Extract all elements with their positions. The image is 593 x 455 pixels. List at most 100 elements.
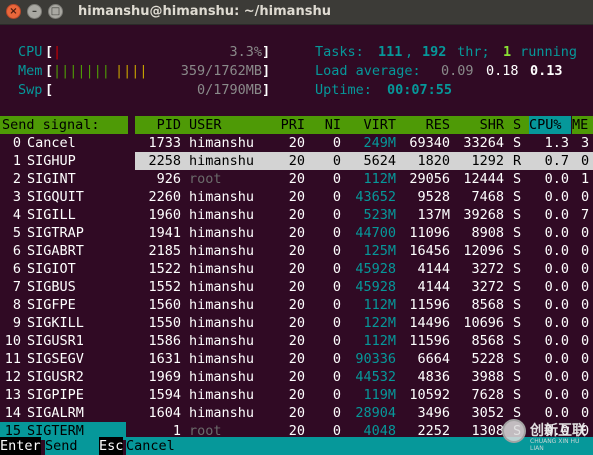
cpu-cell: 0.0: [544, 261, 569, 277]
table-row[interactable]: 0 Cancel 1733 himanshu 20 0 249M 69340 33264 S 1.3…: [0, 134, 593, 152]
signal-number: 11: [4, 351, 21, 367]
pri-cell: 20: [288, 405, 305, 421]
terminal-area[interactable]: CPU [ | 3.3% ] Tasks: 111 , 192 thr; 1 r…: [0, 25, 593, 455]
cpu-cell: 0.0: [544, 333, 569, 349]
pri-cell: 20: [288, 171, 305, 187]
table-row[interactable]: 2 SIGINT 926 root 20 0 112M 29056 12444 S 0.0 1: [0, 170, 593, 188]
send-button[interactable]: Send: [45, 437, 99, 455]
pid-cell: 1733: [148, 135, 181, 151]
esc-key[interactable]: Esc: [99, 437, 124, 455]
pid-cell: 1560: [148, 297, 181, 313]
res-cell: 4144: [417, 261, 450, 277]
maximize-icon[interactable]: □: [48, 4, 63, 19]
pri-cell: 20: [288, 207, 305, 223]
mem-cell: 0: [581, 387, 590, 403]
state-cell: S: [513, 369, 522, 385]
enter-key[interactable]: Enter: [0, 437, 41, 455]
table-row[interactable]: 6 SIGABRT 2185 himanshu 20 0 125M 16456 12096 S 0.…: [0, 242, 593, 260]
load-15: 0.13: [530, 63, 563, 79]
table-row[interactable]: 7 SIGBUS 1552 himanshu 20 0 45928 4144 3272 S 0.0 0: [0, 278, 593, 296]
cpu-cell: 1.3: [544, 135, 569, 151]
table-row[interactable]: 12 SIGUSR2 1969 himanshu 20 0 44532 4836 3988 S 0.…: [0, 368, 593, 386]
close-icon[interactable]: ×: [6, 4, 21, 19]
signal-number: 3: [12, 189, 21, 205]
mem-cell: 0: [581, 333, 590, 349]
res-cell: 3496: [417, 405, 450, 421]
minimize-icon[interactable]: –: [27, 4, 42, 19]
signal-name: SIGSEGV: [27, 351, 84, 367]
mem-cell: 0: [581, 243, 590, 259]
table-row[interactable]: 1 SIGHUP 2258 himanshu 20 0 5624 1820 1292 R 0.7 0: [0, 152, 593, 170]
tasks-count: 111: [378, 44, 403, 60]
watermark-text: 创新互联: [530, 423, 586, 439]
virt-cell: 112M: [363, 297, 396, 313]
pri-cell: 20: [288, 135, 305, 151]
shr-cell: 8568: [471, 333, 504, 349]
signal-name: SIGALRM: [27, 405, 84, 421]
table-row[interactable]: 3 SIGQUIT 2260 himanshu 20 0 43652 9528 7468 S 0.0…: [0, 188, 593, 206]
col-user[interactable]: USER: [189, 116, 222, 134]
cpu-value: 3.3%: [229, 44, 262, 60]
col-cpu[interactable]: CPU%: [529, 116, 571, 134]
user-cell: himanshu: [189, 135, 255, 151]
ni-cell: 0: [332, 225, 341, 241]
table-row[interactable]: 6 SIGIOT 1522 himanshu 20 0 45928 4144 3272 S 0.0 0: [0, 260, 593, 278]
signal-name: SIGUSR2: [27, 369, 84, 385]
ni-cell: 0: [332, 243, 341, 259]
window-titlebar: × – □ himanshu@himanshu: ~/himanshu: [0, 0, 593, 25]
pri-cell: 20: [288, 297, 305, 313]
pid-cell: 1969: [148, 369, 181, 385]
shr-cell: 12096: [463, 243, 504, 259]
col-mem[interactable]: ME: [572, 116, 593, 134]
user-cell: himanshu: [189, 225, 255, 241]
state-cell: S: [513, 333, 522, 349]
mem-cell: 0: [581, 315, 590, 331]
shr-cell: 33264: [463, 135, 504, 151]
ni-cell: 0: [332, 351, 341, 367]
pri-cell: 20: [288, 333, 305, 349]
ni-cell: 0: [332, 405, 341, 421]
cpu-cell: 0.0: [544, 279, 569, 295]
load-1: 0.09: [441, 63, 474, 79]
pri-cell: 20: [288, 153, 305, 169]
ni-cell: 0: [332, 333, 341, 349]
cpu-cell: 0.7: [544, 153, 569, 169]
virt-cell: 45928: [355, 261, 396, 277]
table-row[interactable]: 11 SIGSEGV 1631 himanshu 20 0 90336 6664 5228 S 0.…: [0, 350, 593, 368]
virt-cell: 523M: [363, 207, 396, 223]
col-ni[interactable]: NI: [313, 116, 341, 134]
tasks-sep: ,: [405, 44, 422, 60]
col-pri[interactable]: PRI: [272, 116, 305, 134]
table-row[interactable]: 13 SIGPIPE 1594 himanshu 20 0 119M 10592 7628 S 0.…: [0, 386, 593, 404]
signal-number: 14: [4, 405, 21, 421]
mem-bar-cache: ||||: [115, 63, 148, 79]
virt-cell: 112M: [363, 333, 396, 349]
signal-number: 7: [12, 279, 21, 295]
watermark-logo: 创新互联 CHUANG XIN HU LIAN: [498, 414, 593, 455]
shr-cell: 3272: [471, 279, 504, 295]
table-row[interactable]: 5 SIGTRAP 1941 himanshu 20 0 44700 11096 8908 S 0.…: [0, 224, 593, 242]
col-s[interactable]: S: [513, 116, 521, 134]
table-row[interactable]: 9 SIGKILL 1550 himanshu 20 0 122M 14496 10696 S 0.…: [0, 314, 593, 332]
col-pid[interactable]: PID: [135, 116, 181, 134]
table-row[interactable]: 8 SIGFPE 1560 himanshu 20 0 112M 11596 8568 S 0.0 0: [0, 296, 593, 314]
table-row[interactable]: 4 SIGILL 1960 himanshu 20 0 523M 137M 39268 S 0.0 7: [0, 206, 593, 224]
res-cell: 9528: [417, 189, 450, 205]
signal-number: 5: [12, 225, 21, 241]
col-res[interactable]: RES: [398, 116, 450, 134]
mem-cell: 0: [581, 261, 590, 277]
state-cell: S: [513, 351, 522, 367]
signal-number: 6: [12, 243, 21, 259]
table-row[interactable]: 10 SIGUSR1 1586 himanshu 20 0 112M 11596 8568 S 0.…: [0, 332, 593, 350]
pri-cell: 20: [288, 279, 305, 295]
signal-name: SIGPIPE: [27, 387, 84, 403]
mem-label: Mem: [18, 63, 43, 79]
mem-cell: 0: [581, 297, 590, 313]
col-shr[interactable]: SHR: [452, 116, 504, 134]
cpu-cell: 0.0: [544, 351, 569, 367]
col-virt[interactable]: VIRT: [342, 116, 396, 134]
uptime-label: Uptime:: [315, 82, 381, 98]
ni-cell: 0: [332, 261, 341, 277]
mem-bracket-open: [: [45, 63, 54, 79]
state-cell: S: [513, 171, 522, 187]
